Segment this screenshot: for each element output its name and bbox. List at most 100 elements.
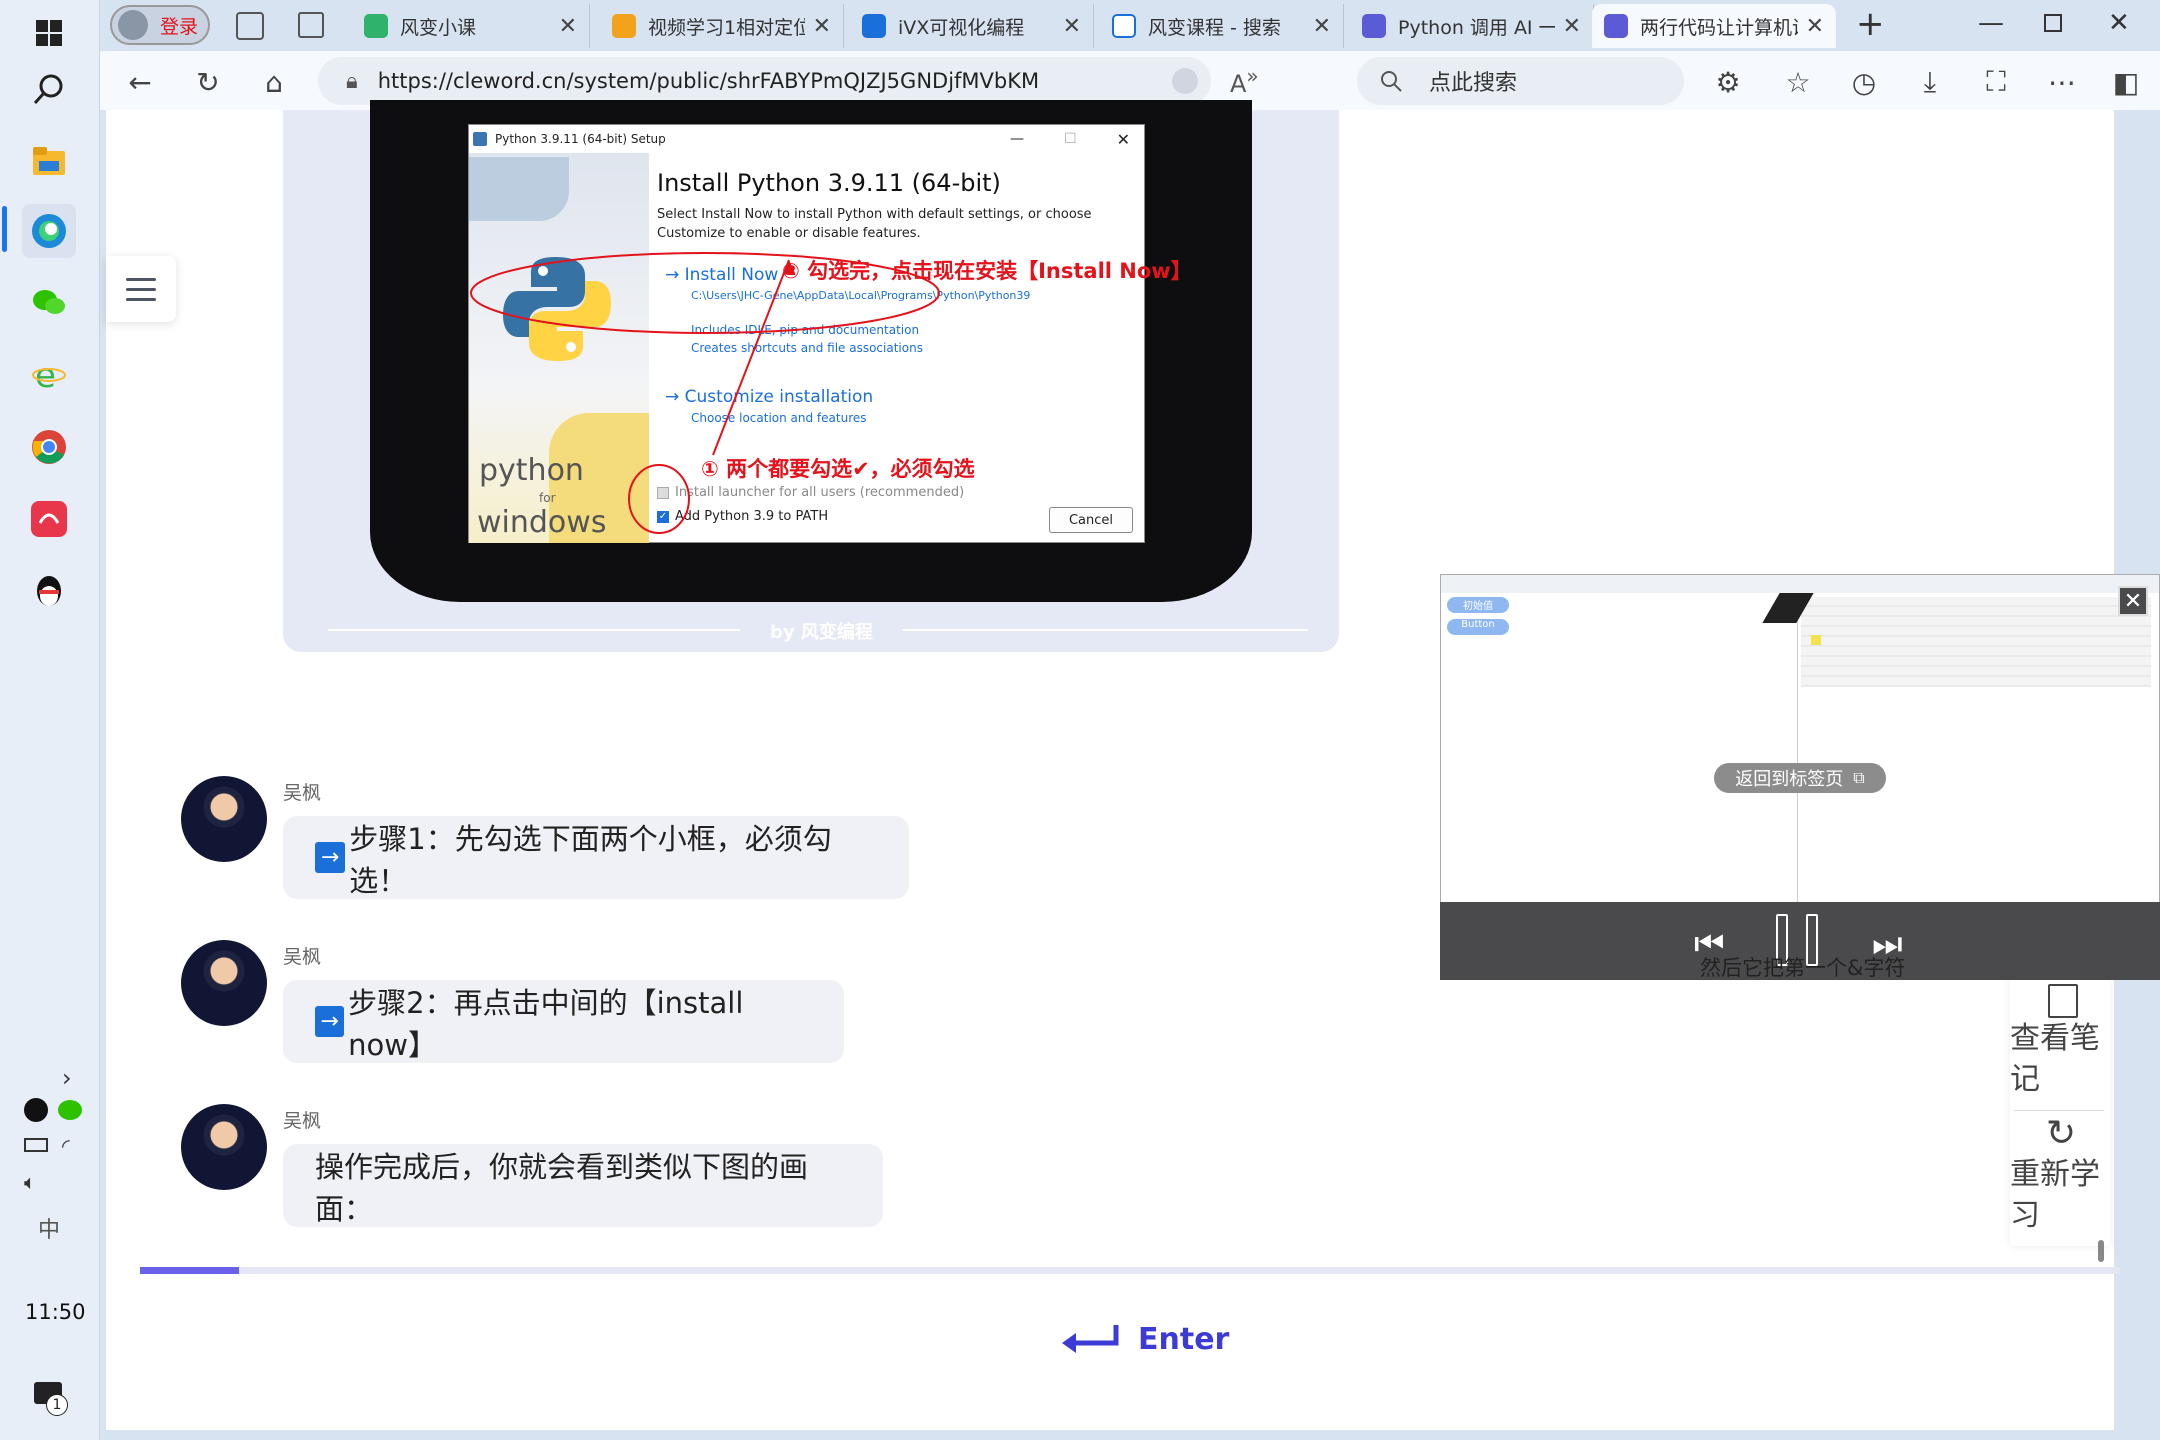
downloads-icon[interactable]: ⤓ [1908,60,1952,104]
checkbox-circle [628,464,690,534]
windows-start-icon[interactable] [22,6,76,60]
chrome-icon[interactable] [22,420,76,474]
menu-button[interactable] [106,256,176,322]
search-placeholder: 点此搜索 [1429,71,1518,96]
workspaces-icon[interactable] [236,12,264,40]
tab-2[interactable]: 视频学习1相对定位 ✕ [600,4,844,48]
volume-icon[interactable]: 🔈︎ [24,1170,36,1194]
chat-author: 吴枫 [283,946,322,968]
pip-mini-button: Button [1447,619,1509,635]
profile-label: 登录 [160,15,199,38]
pip-mini-button: 初始值 [1447,597,1509,613]
tab-label: 两行代码让计算机说 [1640,16,1798,39]
extensions-icon[interactable]: ⚙ [1706,60,1750,104]
wechat-tray-icon[interactable] [58,1100,82,1120]
windows-taskbar: e › ◜ 🔈︎ 中 11:50 1 [0,0,100,1440]
screenshot-icon[interactable]: ⛶ [1974,60,2018,104]
tab-favicon-icon [364,14,388,38]
view-notes-label: 查看笔 [2010,1021,2100,1056]
lesson-progress-bar [140,1267,2120,1274]
tab-actions-icon[interactable] [298,12,324,38]
image-caption: by 风变编程 [740,618,903,644]
arrow-right-icon: → [315,1006,345,1037]
close-icon[interactable]: ✕ [559,14,577,39]
avatar [118,10,148,40]
pip-subtitle: 然后它把第一个&字符 [1700,956,1906,980]
restart-button[interactable]: ↻ 重新学 习 [2010,1114,2110,1244]
refresh-button[interactable]: ↻ [186,60,230,104]
more-menu-icon[interactable]: ⋯ [2040,60,2084,104]
page-scrollbar[interactable] [2098,1240,2104,1262]
return-to-tab-label: 返回到标签页 [1735,769,1844,790]
qq-tray-icon[interactable] [24,1098,48,1122]
python-setup-dialog: Python 3.9.11 (64-bit) Setup — ☐ ✕ pytho… [468,124,1192,543]
restart-label-2: 习 [2010,1198,2040,1233]
chat-message-text: 操作完成后，你就会看到类似下图的画面： [315,1149,809,1226]
pip-devtools-panel [1801,597,2151,687]
search-icon[interactable] [22,62,76,116]
tab-1[interactable]: 风变小课 ✕ [352,4,590,48]
view-notes-label-2: 记 [2010,1062,2040,1097]
notebook-icon [2048,984,2078,1018]
tab-5[interactable]: Python 调用 AI 一键 ✕ [1350,4,1594,48]
close-icon[interactable]: ✕ [1063,14,1081,39]
chat-message-text: 步骤2：再点击中间的【install now】 [348,985,744,1062]
external-link-icon: ⧉ [1853,768,1865,787]
lock-icon[interactable]: 🔒︎ [346,69,358,94]
annotation-step1: ① 两个都要勾选✔，必须勾选 [701,457,975,481]
search-icon [1381,71,1402,92]
back-button[interactable]: ← [118,60,162,104]
qq-icon[interactable] [22,564,76,618]
enter-label: Enter [1138,1322,1230,1357]
avatar [181,1104,267,1190]
minimize-button[interactable]: — [1978,8,2004,38]
return-to-tab-button[interactable]: 返回到标签页 ⧉ [1714,763,1886,793]
new-tab-button[interactable]: + [1856,4,1885,44]
svg-text:e: e [35,358,56,392]
arrow-right-icon: → [315,842,346,873]
tab-favicon-icon [862,14,886,38]
close-icon[interactable]: ✕ [813,14,831,39]
tab-4[interactable]: 风变课程 - 搜索 ✕ [1100,4,1344,48]
restore-button[interactable] [2044,14,2062,32]
active-app-indicator [2,206,7,252]
file-explorer-icon[interactable] [22,134,76,188]
read-aloud-icon[interactable]: A» [1230,64,1259,98]
view-notes-button[interactable]: 查看笔 记 [2010,980,2110,1110]
app-icon[interactable] [22,492,76,546]
close-icon[interactable]: ✕ [1313,14,1331,39]
pip-close-button[interactable]: ✕ [2118,586,2148,616]
enter-arrow-icon [1062,1324,1119,1353]
favorites-icon[interactable]: ☆ [1776,60,1820,104]
tab-label: Python 调用 AI 一键 [1398,16,1555,39]
sidebar-toggle-icon[interactable]: ◧ [2104,60,2148,104]
annotation-step2: ② 勾选完，点击现在安装【Install Now】 [782,259,1192,283]
pip-highlight [1811,635,1821,645]
wechat-icon[interactable] [22,276,76,330]
input-method-icon[interactable]: 中 [38,1212,60,1244]
chat-message: → 步骤2：再点击中间的【install now】 [283,980,844,1063]
tab-6-active[interactable]: 两行代码让计算机说 ✕ [1592,4,1836,48]
profile-button[interactable]: 登录 [110,5,210,45]
chat-message: 操作完成后，你就会看到类似下图的画面： [283,1144,883,1227]
address-bar[interactable]: 🔒︎ https://cleword.cn/system/public/shrF… [318,57,1211,105]
tab-3[interactable]: iVX可视化编程 ✕ [850,4,1094,48]
edge-browser-icon[interactable] [22,204,76,258]
wifi-icon[interactable]: ◜ [62,1134,70,1158]
url-text: https://cleword.cn/system/public/shrFABY… [377,69,1040,93]
close-icon[interactable]: ✕ [1563,14,1581,39]
chevron-right-icon[interactable]: › [62,1064,72,1092]
tab-favicon-icon [612,14,636,38]
tab-favicon-icon [1604,14,1628,38]
battery-icon[interactable] [24,1138,48,1152]
search-box[interactable]: 点此搜索 [1357,57,1684,105]
window-close-button[interactable]: ✕ [2108,8,2130,38]
close-icon[interactable]: ✕ [1806,14,1824,39]
enter-button[interactable]: Enter [1060,1322,1229,1357]
ie-browser-icon[interactable]: e [22,348,76,402]
clock[interactable]: 11:50 [25,1300,86,1324]
restart-label: 重新学 [2010,1157,2100,1192]
home-button[interactable]: ⌂ [252,60,296,104]
divider [2014,1110,2104,1111]
history-icon[interactable]: ◷ [1842,60,1886,104]
